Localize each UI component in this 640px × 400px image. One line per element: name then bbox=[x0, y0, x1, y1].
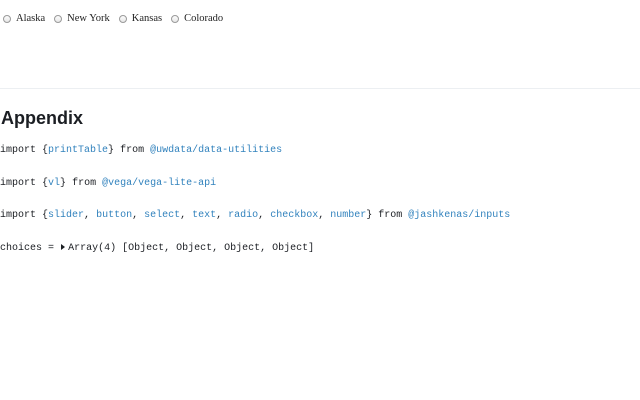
choices-value[interactable]: Array(4) [Object, Object, Object, Object… bbox=[68, 243, 314, 254]
radio-group: Alaska New York Kansas Colorado bbox=[3, 13, 232, 24]
radio-option-kansas[interactable]: Kansas bbox=[118, 13, 163, 24]
import-name[interactable]: radio bbox=[228, 210, 258, 221]
import-name[interactable]: number bbox=[330, 210, 366, 221]
appendix-heading: Appendix bbox=[1, 108, 84, 128]
radio-label: New York bbox=[67, 13, 110, 24]
from-keyword: from bbox=[378, 210, 403, 221]
import-line-data-utilities: import {printTable} from @uwdata/data-ut… bbox=[0, 145, 283, 156]
choices-cell: choices = Array(4) [Object, Object, Obje… bbox=[0, 243, 314, 254]
radio-label: Alaska bbox=[16, 13, 46, 24]
import-source-link[interactable]: @vega/vega-lite-api bbox=[102, 178, 216, 189]
import-name[interactable]: select bbox=[144, 210, 180, 221]
import-keyword: import bbox=[0, 210, 37, 221]
import-name[interactable]: slider bbox=[48, 210, 84, 221]
import-line-vega-lite-api: import {vl} from @vega/vega-lite-api bbox=[0, 178, 217, 189]
import-name[interactable]: text bbox=[192, 210, 216, 221]
import-line-inputs: import {slider, button, select, text, ra… bbox=[0, 210, 511, 221]
radio-button[interactable] bbox=[118, 14, 127, 23]
from-keyword: from bbox=[72, 178, 97, 189]
radio-label: Kansas bbox=[131, 13, 163, 24]
radio-label: Colorado bbox=[184, 13, 224, 24]
equals-sign: = bbox=[48, 243, 55, 254]
section-divider bbox=[0, 88, 640, 89]
radio-option-colorado[interactable]: Colorado bbox=[171, 13, 223, 24]
import-keyword: import bbox=[0, 145, 37, 156]
import-name[interactable]: printTable bbox=[48, 145, 108, 156]
radio-button[interactable] bbox=[3, 14, 11, 23]
import-name[interactable]: checkbox bbox=[270, 210, 318, 221]
expand-caret-icon[interactable] bbox=[61, 244, 66, 250]
import-name[interactable]: button bbox=[96, 210, 132, 221]
radio-option-new-york[interactable]: New York bbox=[54, 13, 110, 24]
radio-option-alaska[interactable]: Alaska bbox=[3, 13, 45, 24]
from-keyword: from bbox=[120, 145, 145, 156]
choices-label: choices bbox=[0, 243, 43, 254]
radio-button[interactable] bbox=[171, 14, 180, 23]
import-source-link[interactable]: @jashkenas/inputs bbox=[408, 210, 510, 221]
import-keyword: import bbox=[0, 178, 37, 189]
import-name[interactable]: vl bbox=[48, 178, 60, 189]
radio-button[interactable] bbox=[54, 14, 63, 23]
import-source-link[interactable]: @uwdata/data-utilities bbox=[150, 145, 282, 156]
